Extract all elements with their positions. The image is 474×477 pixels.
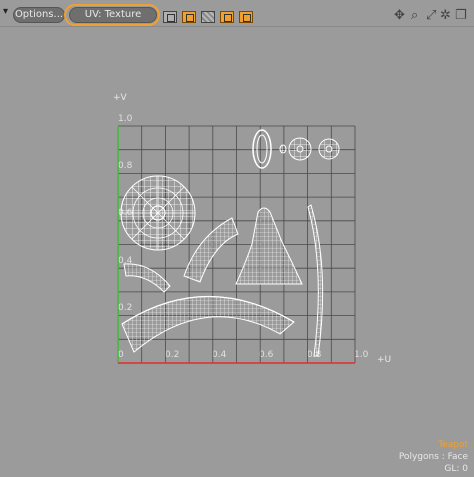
uv-island-handle-strip — [307, 204, 324, 357]
tick-v-0-2: 0.2 — [118, 303, 133, 313]
uv-island-knob-small — [279, 144, 287, 154]
uv-island-knob-mid — [288, 137, 312, 161]
frame-icon[interactable] — [163, 11, 177, 23]
v-axis-label: +V — [113, 93, 127, 103]
uv-island-handle-loop — [252, 129, 272, 169]
checker-icon[interactable] — [201, 11, 215, 23]
tick-u-0-6: 0.6 — [259, 350, 274, 360]
uv-island-spout-tip — [123, 263, 171, 293]
viewport-toolbar: ▾ Options... UV: Texture ✥ ⌕ ⤢ ✲ ❐ — [0, 0, 474, 27]
tick-u-0-4: 0.4 — [212, 350, 227, 360]
uv-island-base-arc — [121, 296, 295, 353]
uv-island-spout-upper — [183, 217, 239, 283]
zoom-icon[interactable]: ⌕ — [411, 9, 418, 22]
lock-icon[interactable] — [239, 11, 253, 23]
tick-v-0-6: 0.6 — [118, 208, 133, 218]
uv-grid — [118, 125, 356, 363]
tick-v-0-4: 0.4 — [118, 256, 133, 266]
uv-island-body-panel — [235, 207, 303, 285]
options-button[interactable]: Options... — [13, 7, 65, 23]
tick-v-1-0: 1.0 — [118, 114, 133, 124]
status-gl-info: GL: 0 — [444, 464, 468, 474]
maximize-icon[interactable]: ⤢ — [426, 9, 436, 22]
uv-border-icon[interactable] — [182, 11, 196, 23]
move-icon[interactable]: ✥ — [394, 9, 405, 22]
status-selection-mode: Polygons : Face — [398, 452, 468, 462]
tick-u-1-0: 1.0 — [354, 350, 369, 360]
uv-islands — [120, 129, 340, 357]
viewport-menu-caret-icon[interactable]: ▾ — [3, 6, 8, 17]
uv-island-knob-right — [318, 138, 340, 160]
tick-u-0-2: 0.2 — [165, 350, 180, 360]
tick-v-0-8: 0.8 — [118, 161, 133, 171]
uv-texture-dropdown[interactable]: UV: Texture — [69, 7, 157, 23]
status-item-name: Teapot — [438, 440, 468, 450]
uv-viewport-canvas — [117, 125, 356, 364]
u-axis-label: +U — [377, 355, 392, 365]
sync-icon[interactable] — [220, 11, 234, 23]
settings-icon[interactable]: ✲ — [440, 9, 451, 22]
restore-icon[interactable]: ❐ — [455, 9, 467, 22]
tick-origin: 0 — [118, 350, 124, 360]
tick-u-0-8: 0.8 — [307, 350, 322, 360]
